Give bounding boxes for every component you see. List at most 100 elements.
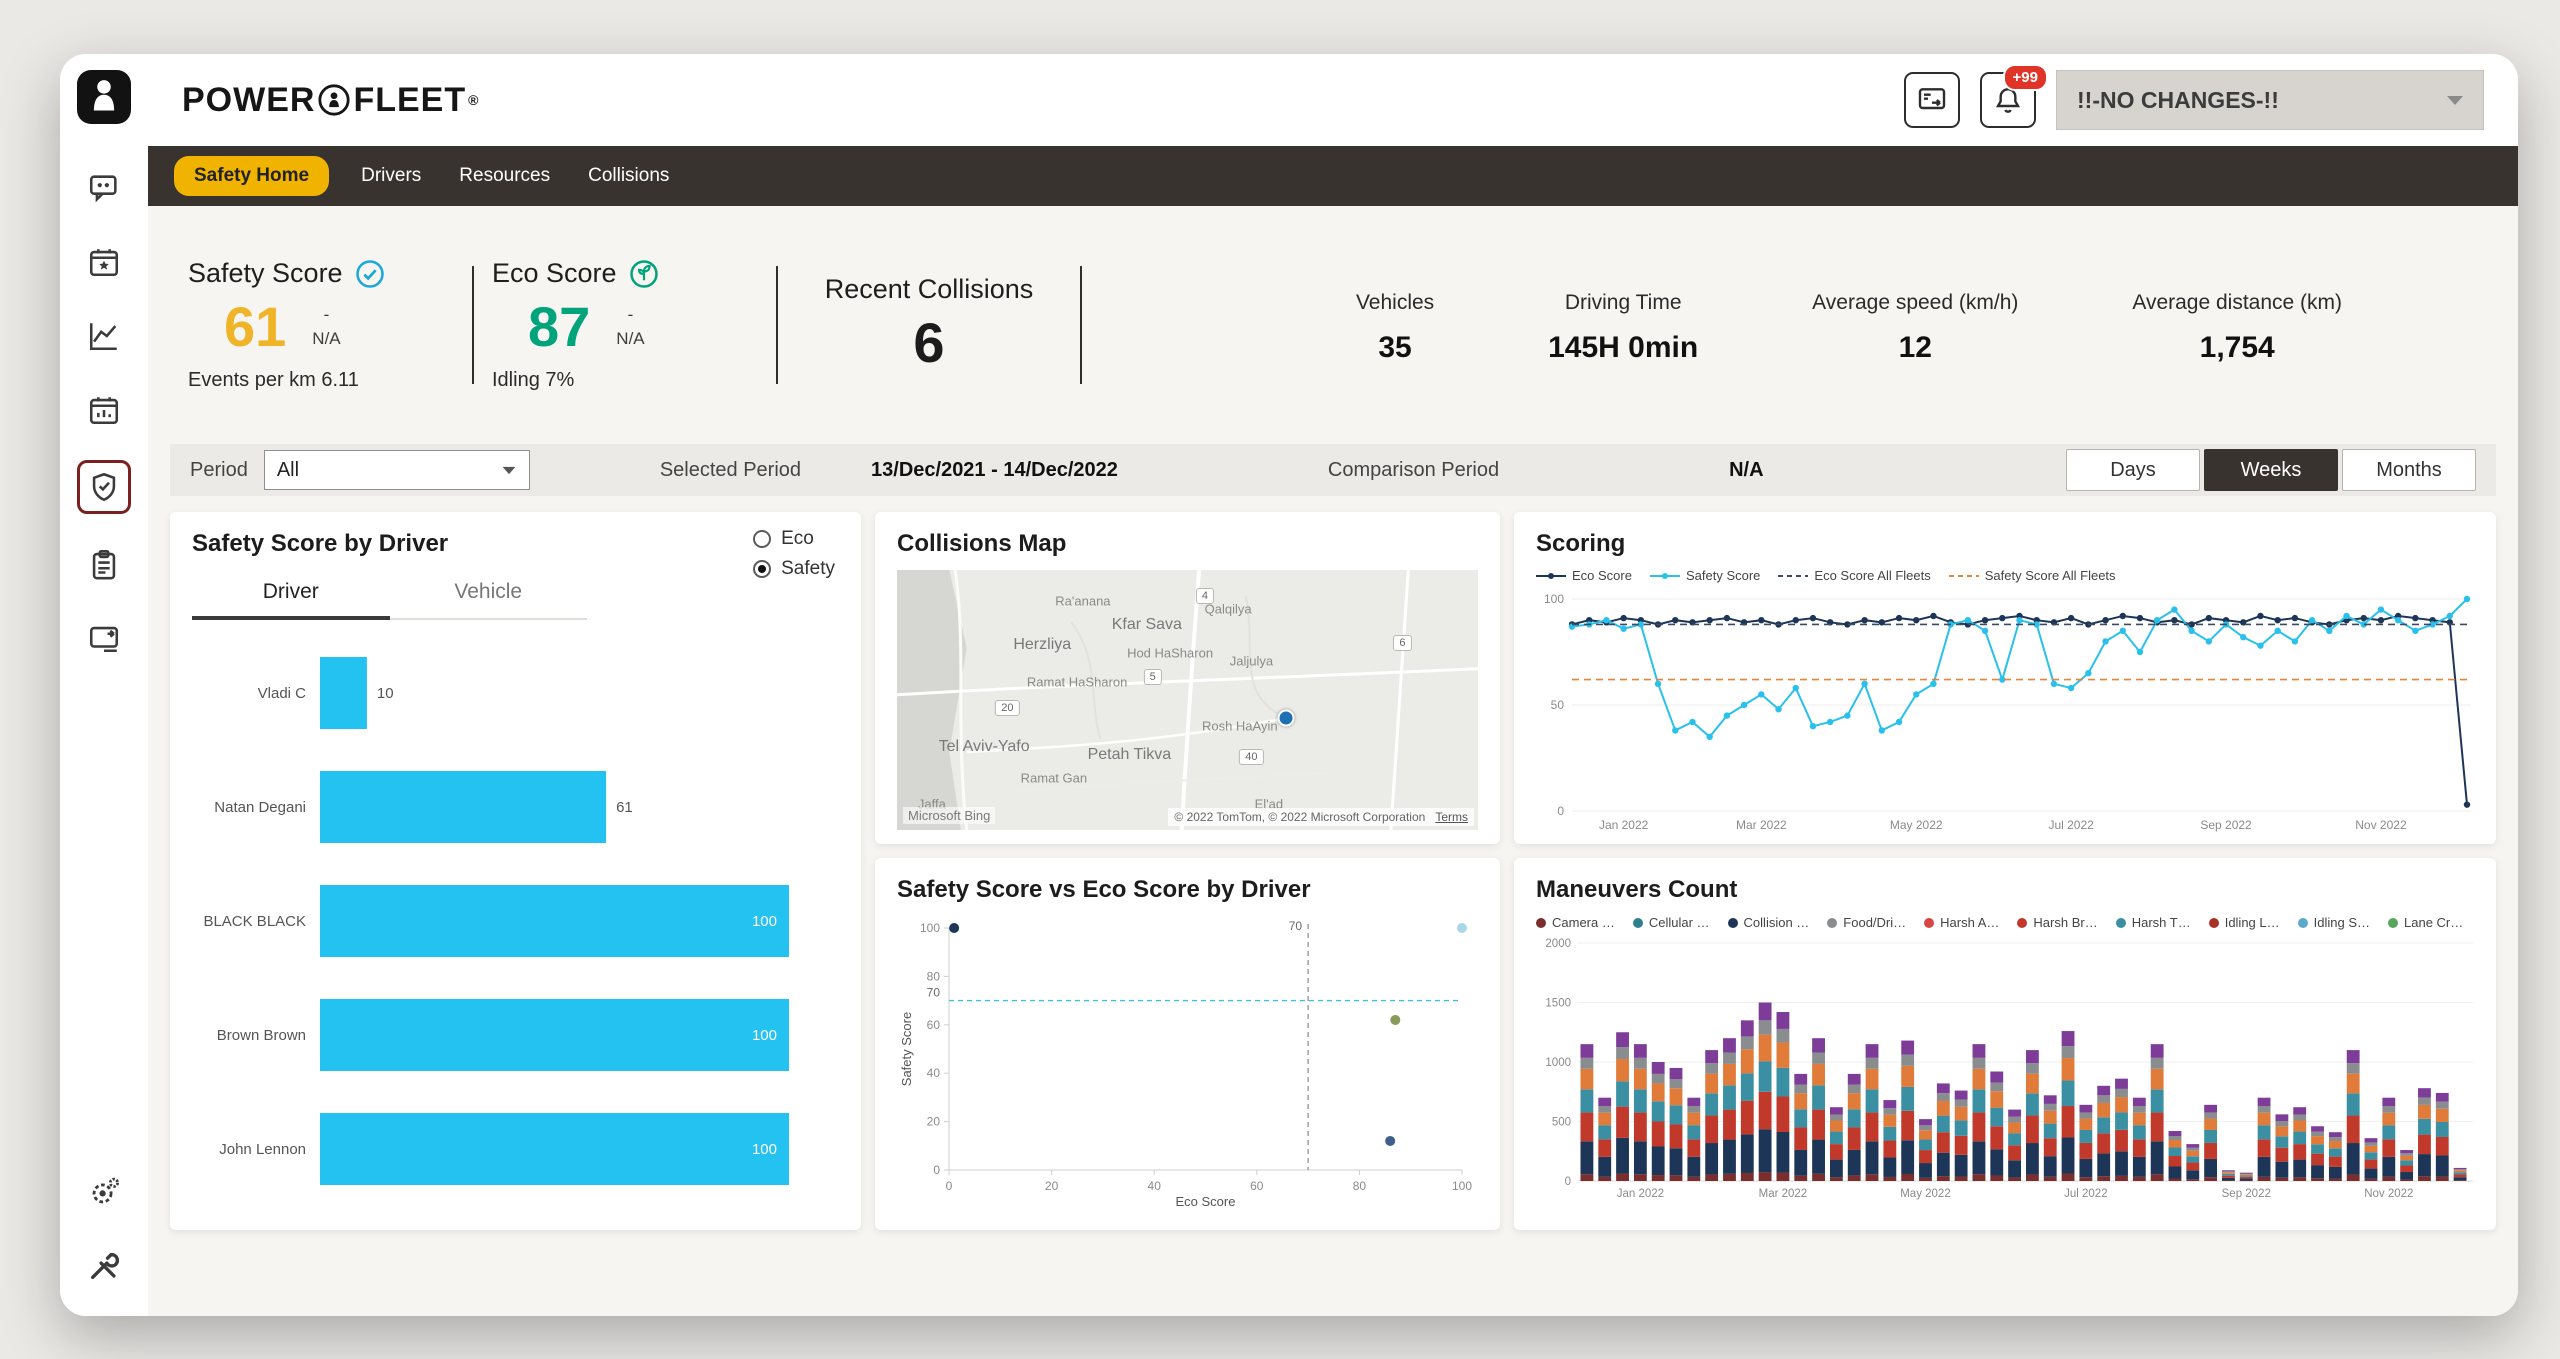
period-label: Period [190, 459, 248, 482]
card-arrow-icon [87, 621, 121, 655]
svg-text:10: 10 [377, 685, 394, 702]
svg-text:Nov 2022: Nov 2022 [2364, 1188, 2413, 1200]
legend-label: Camera … [1552, 915, 1615, 930]
tab-resources[interactable]: Resources [453, 156, 556, 196]
svg-text:60: 60 [1250, 1179, 1264, 1193]
legend-item[interactable]: Eco Score All Fleets [1778, 568, 1930, 583]
kpi-recent-collisions: Recent Collisions 6 [778, 274, 1080, 377]
svg-text:20: 20 [1045, 1179, 1059, 1193]
logo-text-right: FLEET [353, 81, 466, 120]
safety-vs-eco-chart[interactable]: 0204060801000204060801007070Eco ScoreSaf… [897, 912, 1478, 1212]
period-select[interactable]: All [264, 450, 530, 490]
map-place-label: Herzliya [1013, 636, 1071, 654]
kpi-safety-delta-sub: N/A [312, 327, 340, 351]
map-place-label: Petah Tikva [1088, 746, 1172, 764]
sidebar-item-export[interactable] [80, 614, 128, 662]
collision-marker[interactable] [1278, 710, 1295, 727]
radio-eco[interactable]: Eco [753, 528, 835, 550]
map-labels: Ra'ananaQalqilyaKfar SavaHerzliyaHod HaS… [897, 570, 1478, 830]
card-title: Safety Score vs Eco Score by Driver [897, 876, 1478, 904]
safety-score-by-driver-chart[interactable]: Vladi C10Natan Degani61BLACK BLACK100Bro… [192, 636, 839, 1206]
notifications-button[interactable]: +99 [1980, 72, 2036, 128]
kpi-eco-title: Eco Score [492, 258, 617, 289]
filter-bar: Period All Selected Period 13/Dec/2021 -… [170, 444, 2496, 496]
svg-text:80: 80 [927, 969, 941, 983]
map-terms-link[interactable]: Terms [1435, 810, 1468, 824]
legend-item[interactable]: Lane Cr… [2388, 915, 2463, 930]
svg-text:40: 40 [1148, 1179, 1162, 1193]
sidebar-item-tasks[interactable] [80, 540, 128, 588]
svg-text:20: 20 [927, 1115, 941, 1129]
radio-circle [753, 530, 771, 548]
sidebar-item-trends[interactable] [80, 312, 128, 360]
tab-collisions[interactable]: Collisions [582, 156, 675, 196]
svg-text:1500: 1500 [1545, 998, 1571, 1010]
svg-text:50: 50 [1551, 698, 1565, 712]
legend-dot [2209, 918, 2219, 928]
legend-item[interactable]: Harsh Br… [2017, 915, 2097, 930]
svg-text:Jan 2022: Jan 2022 [1617, 1188, 1664, 1200]
svg-text:1000: 1000 [1545, 1057, 1571, 1069]
sidebar-item-safety[interactable] [77, 460, 131, 514]
legend-item[interactable]: Safety Score [1650, 568, 1760, 583]
fleet-selector-dropdown[interactable]: !!-NO CHANGES-!! [2056, 70, 2484, 130]
stat-average-distance: Average distance (km) 1,754 [2132, 291, 2342, 365]
legend-item[interactable]: Safety Score All Fleets [1949, 568, 2116, 583]
sidebar-item-tools[interactable] [80, 1242, 128, 1290]
legend-label: Harsh A… [1940, 915, 1999, 930]
svg-text:61: 61 [616, 799, 633, 816]
tab-driver[interactable]: Driver [192, 580, 390, 620]
sidebar-item-reports[interactable] [80, 386, 128, 434]
tab-vehicle[interactable]: Vehicle [390, 580, 588, 618]
legend-item[interactable]: Cellular … [1633, 915, 1710, 930]
sidebar-item-messages[interactable] [80, 164, 128, 212]
svg-text:Nov 2022: Nov 2022 [2355, 818, 2407, 832]
powerfleet-logo-mark[interactable] [77, 70, 131, 124]
sidebar-nav [77, 164, 131, 662]
scoring-chart[interactable]: 050100Jan 2022Mar 2022May 2022Jul 2022Se… [1536, 587, 2477, 837]
road-number-badge: 20 [995, 700, 1019, 716]
tools-icon [87, 1249, 121, 1283]
granularity-days-button[interactable]: Days [2066, 449, 2200, 491]
radio-safety[interactable]: Safety [753, 558, 835, 580]
svg-text:Mar 2022: Mar 2022 [1759, 1188, 1808, 1200]
eco-leaf-icon [629, 259, 659, 289]
legend-label: Harsh Br… [2033, 915, 2097, 930]
legend-item[interactable]: Harsh T… [2116, 915, 2191, 930]
legend-item[interactable]: Harsh A… [1924, 915, 1999, 930]
legend-label: Food/Dri… [1843, 915, 1906, 930]
svg-text:100: 100 [1544, 592, 1564, 606]
maneuvers-count-chart[interactable]: 0500100015002000Jan 2022Mar 2022May 2022… [1536, 935, 2477, 1203]
granularity-months-button[interactable]: Months [2342, 449, 2476, 491]
svg-text:Safety Score: Safety Score [899, 1012, 914, 1086]
sidebar-item-settings[interactable] [80, 1168, 128, 1216]
fleet-report-button[interactable] [1904, 72, 1960, 128]
legend-item[interactable]: Eco Score [1536, 568, 1632, 583]
legend-dot [1924, 918, 1934, 928]
legend-marker [1949, 571, 1979, 581]
svg-text:Sep 2022: Sep 2022 [2222, 1188, 2271, 1200]
kpi-collisions-title: Recent Collisions [825, 274, 1034, 305]
stat-value: 145H 0min [1548, 331, 1698, 365]
legend-item[interactable]: Idling S… [2298, 915, 2370, 930]
legend-item[interactable]: Camera … [1536, 915, 1615, 930]
stat-value: 1,754 [2200, 331, 2275, 365]
collisions-map-card: Collisions Map R [875, 512, 1500, 844]
granularity-weeks-button[interactable]: Weeks [2204, 449, 2338, 491]
legend-label: Eco Score All Fleets [1814, 568, 1930, 583]
tab-drivers[interactable]: Drivers [355, 156, 427, 196]
legend-label: Idling S… [2314, 915, 2370, 930]
maneuvers-legend: Camera … Cellular … Collision … Food/Dri… Ha… [1536, 914, 2474, 931]
comparison-period-label: Comparison Period [1328, 459, 1499, 482]
legend-item[interactable]: Collision … [1728, 915, 1810, 930]
legend-item[interactable]: Idling L… [2209, 915, 2280, 930]
legend-item[interactable]: Food/Dri… [1827, 915, 1906, 930]
map-place-label: Jaljulya [1230, 654, 1273, 669]
legend-label: Idling L… [2225, 915, 2280, 930]
tab-safety-home[interactable]: Safety Home [174, 156, 329, 196]
card-title: Safety Score by Driver [192, 530, 839, 558]
sidebar-item-events[interactable] [80, 238, 128, 286]
svg-text:Jul 2022: Jul 2022 [2048, 818, 2094, 832]
collisions-map[interactable]: Ra'ananaQalqilyaKfar SavaHerzliyaHod HaS… [897, 570, 1478, 830]
svg-text:100: 100 [920, 921, 940, 935]
